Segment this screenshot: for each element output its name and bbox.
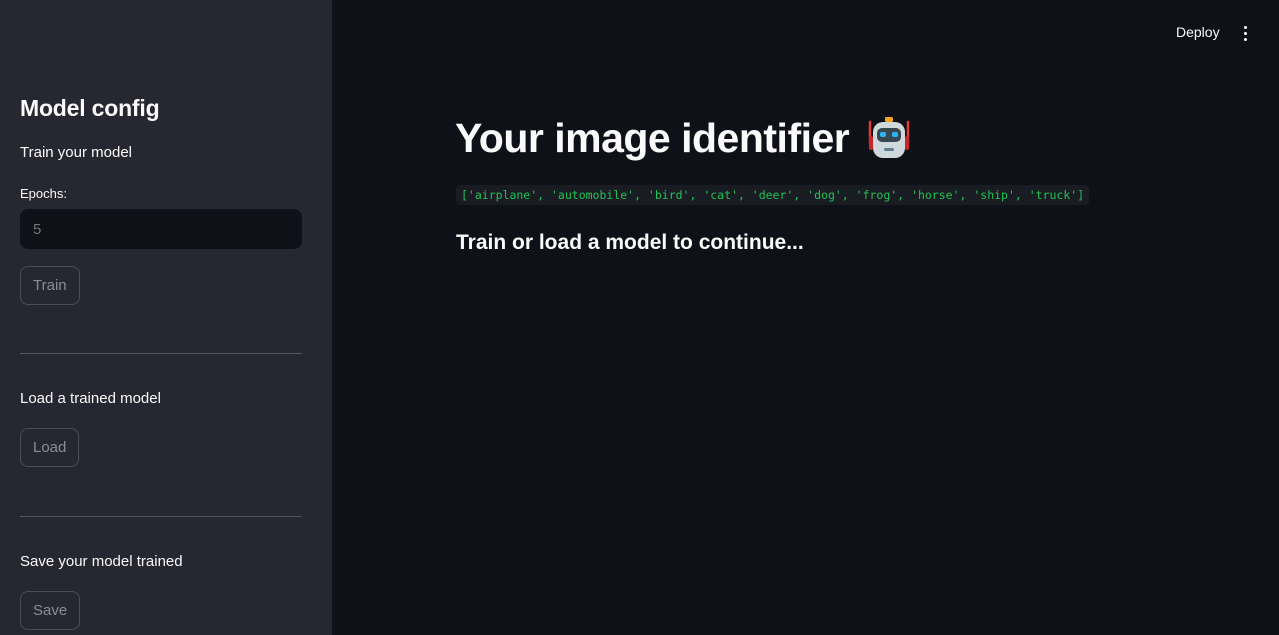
robot-icon xyxy=(869,117,910,158)
kebab-menu-icon[interactable] xyxy=(1234,22,1256,44)
save-button[interactable]: Save xyxy=(20,591,81,630)
load-button[interactable]: Load xyxy=(20,428,80,467)
save-section-text: Save your model trained xyxy=(20,553,183,570)
sidebar: Model config Train your model Epochs: Tr… xyxy=(0,0,332,635)
page-title: Your image identifier xyxy=(455,114,913,162)
deploy-button[interactable]: Deploy xyxy=(1166,22,1230,42)
sidebar-divider xyxy=(20,353,302,354)
epochs-label: Epochs: xyxy=(20,186,67,201)
sidebar-title: Model config xyxy=(20,95,160,121)
page-title-text: Your image identifier xyxy=(455,114,850,161)
sidebar-divider xyxy=(20,516,302,517)
train-section-text: Train your model xyxy=(20,144,132,161)
status-message: Train or load a model to continue... xyxy=(456,231,804,254)
epochs-input[interactable] xyxy=(20,209,302,249)
load-section-text: Load a trained model xyxy=(20,390,161,407)
classes-code: ['airplane', 'automobile', 'bird', 'cat'… xyxy=(456,185,1090,205)
train-button[interactable]: Train xyxy=(20,266,80,305)
